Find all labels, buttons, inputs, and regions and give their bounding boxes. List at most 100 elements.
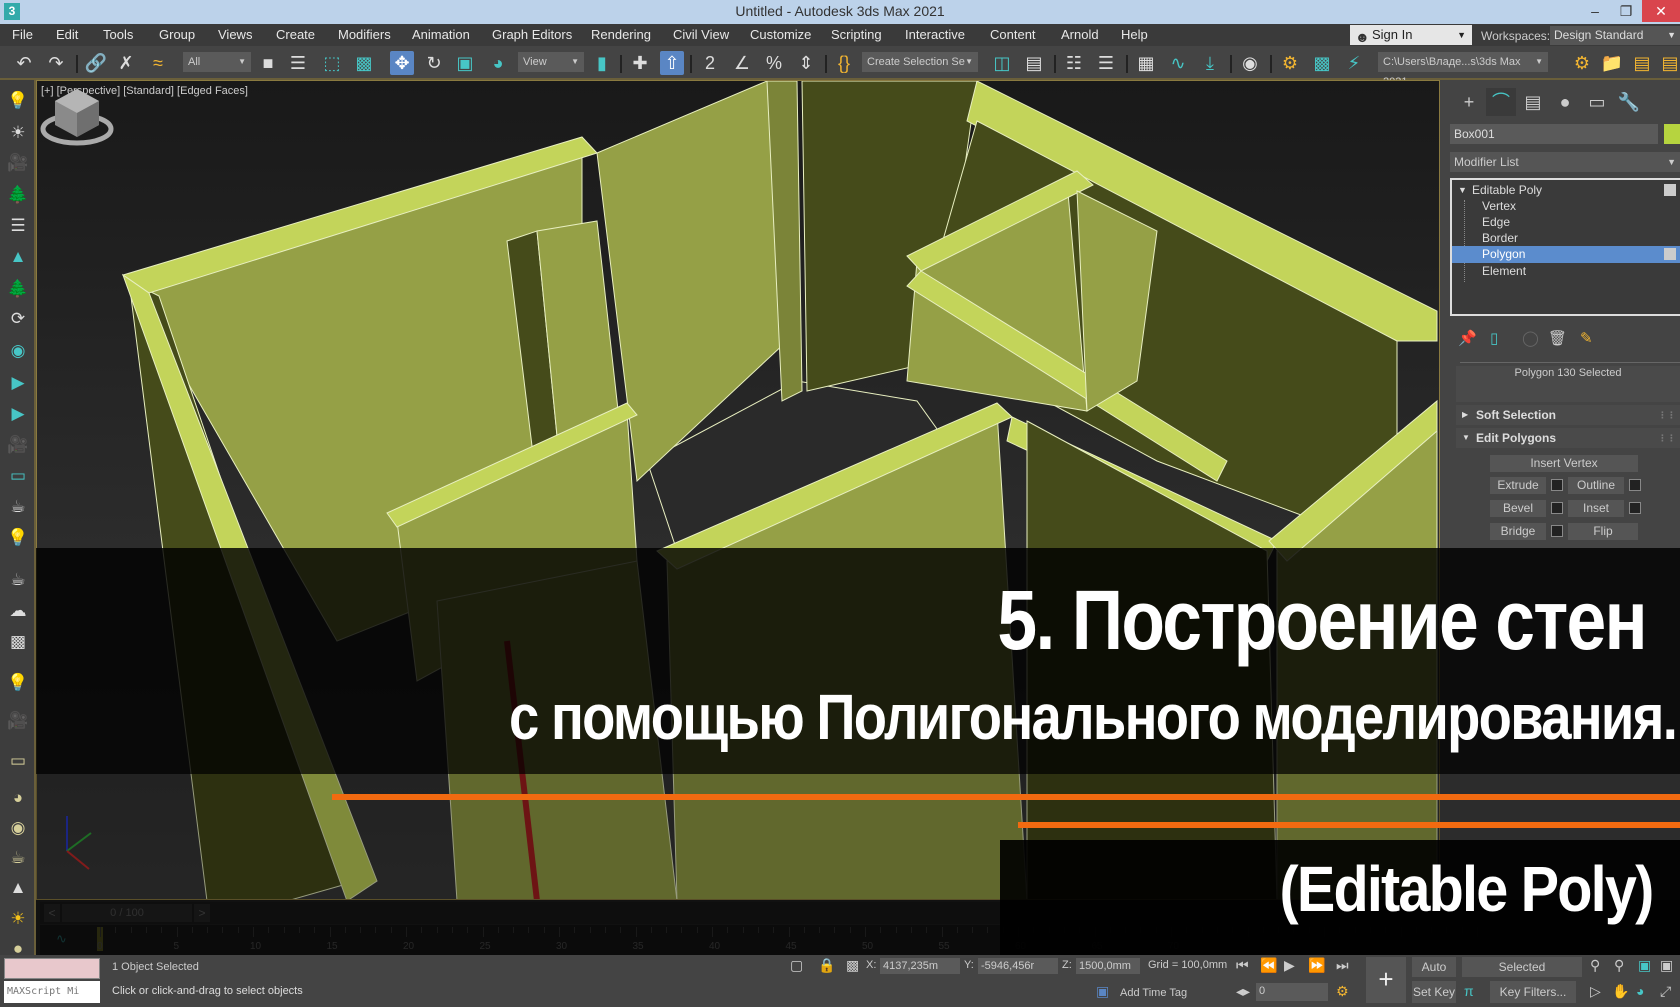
make-unique-icon[interactable]: ◯ [1522,329,1539,347]
menu-arnold[interactable]: Arnold [1061,27,1099,42]
pivot-center-icon[interactable]: ▮ [590,51,614,75]
bevel-settings-button[interactable] [1551,502,1563,514]
minimize-button[interactable]: – [1580,0,1610,22]
object-color-swatch[interactable] [1664,124,1680,144]
menu-customize[interactable]: Customize [750,27,811,42]
select-and-scale-icon[interactable]: ▣ [453,51,477,75]
teapot-render-icon[interactable]: ☕ [4,567,32,593]
go-to-end-icon[interactable]: ⏭ [1336,957,1349,974]
previous-key-icon[interactable]: ⏪ [1260,957,1277,974]
preview-icon[interactable]: ▶ [4,401,32,427]
layer-explorer-icon[interactable]: ☰ [1094,51,1118,75]
curve-editor-icon[interactable]: ∿ [1166,51,1190,75]
percent-snap-icon[interactable]: % [762,51,786,75]
dome-icon[interactable]: ◕ [4,785,32,811]
render-setup-icon[interactable]: ⚙ [1278,51,1302,75]
play-icon[interactable]: ▶ [1284,957,1295,974]
set-key-button[interactable]: Set Key [1412,981,1456,1003]
viewport-layout-icon[interactable]: ▭ [4,463,32,489]
remove-modifier-icon[interactable]: 🗑 [1548,329,1567,347]
project-structure-icon[interactable]: ▤ [1630,51,1654,75]
unlink-icon[interactable]: ✗ [114,51,138,75]
sign-in-button[interactable]: ☻ Sign In ▼ [1350,25,1472,45]
rectangular-selection-icon[interactable]: ⬚ [320,51,344,75]
auto-key-button[interactable]: Auto K... [1412,957,1456,994]
x-coordinate-field[interactable]: 4137,235m [880,958,960,974]
teapot-material-icon[interactable]: ☕ [4,845,32,871]
menu-interactive[interactable]: Interactive [905,27,965,42]
menu-help[interactable]: Help [1121,27,1148,42]
key-filters-button[interactable]: Key Filters... [1490,981,1576,1003]
key-set-dropdown[interactable]: Selected [1462,957,1582,977]
undo-icon[interactable]: ↶ [12,51,36,75]
key-mode-icon[interactable]: π [1464,983,1474,999]
maximize-button[interactable]: ❐ [1611,0,1641,22]
project-folder-dropdown[interactable]: C:\Users\Владе...s\3ds Max 2021 ▼ [1378,52,1548,88]
stack-item-edge[interactable]: Edge [1452,214,1680,231]
menu-civil-view[interactable]: Civil View [673,27,729,42]
display-tab-icon[interactable]: ▭ [1582,88,1612,116]
play-frame-icon[interactable]: ▶ [4,370,32,396]
modify-tab-icon[interactable]: ⌒ [1486,88,1516,116]
camera-add-icon[interactable]: 🎥 [4,432,32,458]
select-and-place-icon[interactable]: ◕ [486,51,510,75]
maximize-viewport-icon[interactable]: ⤢ [1660,983,1671,1000]
camera-icon[interactable]: 🎥 [4,150,32,176]
project-settings-icon[interactable]: ⚙ [1570,51,1594,75]
menu-edit[interactable]: Edit [56,27,78,42]
set-key-big-button[interactable]: + [1366,957,1406,1003]
window-crossing-icon[interactable]: ▩ [352,51,376,75]
scene-explorer-icon[interactable]: ☷ [1062,51,1086,75]
menu-group[interactable]: Group [159,27,195,42]
light-bulb-icon[interactable]: 💡 [4,88,32,114]
object-name-field[interactable]: Box001 [1450,124,1658,144]
bridge-button[interactable]: Bridge [1490,523,1546,540]
render-window-icon[interactable]: ▩ [4,629,32,655]
menu-graph-editors[interactable]: Graph Editors [492,27,572,42]
stack-item-element[interactable]: Element [1452,263,1680,280]
bind-space-warp-icon[interactable]: ≈ [146,51,170,75]
edit-polygons-rollout[interactable]: ▼ Edit Polygons ⋮⋮ [1456,428,1680,448]
toggle-ribbon-icon[interactable]: ▦ [1134,51,1158,75]
keyboard-shortcut-override-icon[interactable]: ⇧ [660,51,684,75]
time-config-arrows-icon[interactable]: ◂▸ [1236,983,1250,1000]
inset-button[interactable]: Inset [1568,500,1624,517]
motion-tab-icon[interactable]: ● [1550,88,1580,116]
sun-light-icon[interactable]: ☀ [4,120,32,146]
current-frame-field[interactable]: 0 [1256,983,1328,1001]
expand-triangle-icon[interactable]: ▼ [1458,182,1467,199]
viewcube-icon[interactable] [37,81,117,151]
plane-icon[interactable]: ▭ [4,748,32,774]
teapot-icon[interactable]: ☕ [4,494,32,520]
zoom-extents-all-icon[interactable]: ▣ [1638,957,1651,974]
create-tab-icon[interactable]: + [1454,88,1484,116]
pin-stack-icon[interactable]: 📌 [1458,329,1477,347]
next-key-icon[interactable]: ⏩ [1308,957,1325,974]
material-editor-icon[interactable]: ◉ [1238,51,1262,75]
show-end-result-icon[interactable]: ▯ [1490,329,1498,347]
layer-icon[interactable]: ◉ [4,338,32,364]
select-object-icon[interactable]: ■ [256,51,280,75]
orbit-icon[interactable]: ⟳ [4,306,32,332]
project-folder-icon[interactable]: 📁 [1600,51,1624,75]
inset-settings-button[interactable] [1629,502,1641,514]
zoom-all-icon[interactable]: ⚲ [1590,957,1600,974]
select-manipulate-icon[interactable]: ✚ [628,51,652,75]
utilities-tab-icon[interactable]: 🔧 [1614,88,1644,116]
pan-hand-icon[interactable]: ✋ [1612,983,1629,1000]
cloud-icon[interactable]: ☁ [4,598,32,624]
outline-button[interactable]: Outline [1568,477,1624,494]
cone-icon[interactable]: ▲ [4,875,32,901]
menu-content[interactable]: Content [990,27,1036,42]
bevel-button[interactable]: Bevel [1490,500,1546,517]
light-bulb-toggle[interactable] [1664,248,1676,260]
maxscript-mini-listener[interactable]: MAXScript Mi [4,981,100,1003]
go-to-start-icon[interactable]: ⏮ [1236,957,1249,974]
disc-icon[interactable]: ◉ [4,815,32,841]
extrude-settings-button[interactable] [1551,479,1563,491]
edit-named-selection-icon[interactable]: {} [832,51,856,75]
light-settings-icon[interactable]: 💡 [4,525,32,551]
camera-settings-icon[interactable]: 🎥 [4,708,32,734]
menu-tools[interactable]: Tools [103,27,133,42]
select-and-rotate-icon[interactable]: ↻ [422,51,446,75]
